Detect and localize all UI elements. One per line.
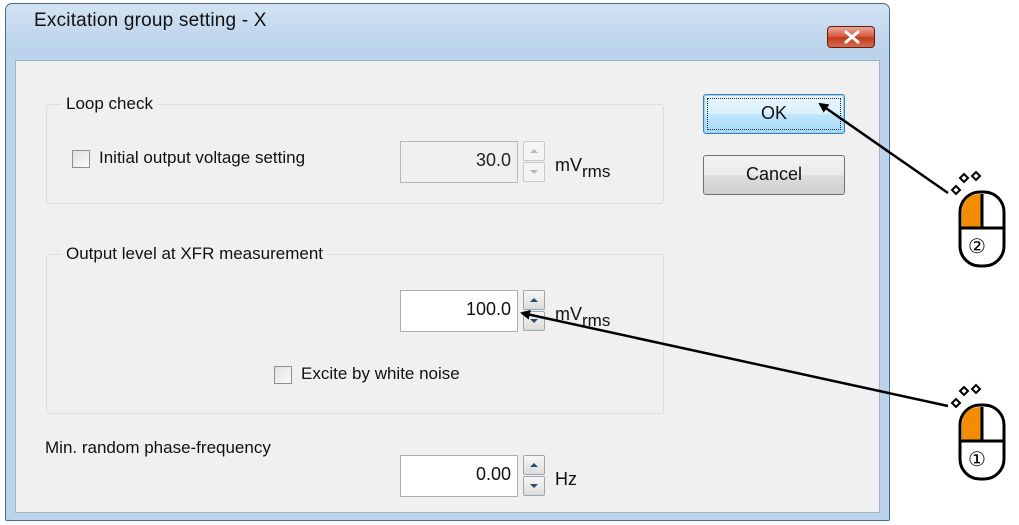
mouse-icon-1: ① <box>942 383 1012 483</box>
annotation-arrow-1 <box>520 309 949 408</box>
mouse-icon-2: ② <box>942 170 1012 270</box>
annotation-overlay <box>520 102 949 408</box>
annotation-arrow-2 <box>818 102 949 195</box>
mouse-number-2: ② <box>968 234 986 258</box>
mouse-number-1: ① <box>968 447 986 471</box>
